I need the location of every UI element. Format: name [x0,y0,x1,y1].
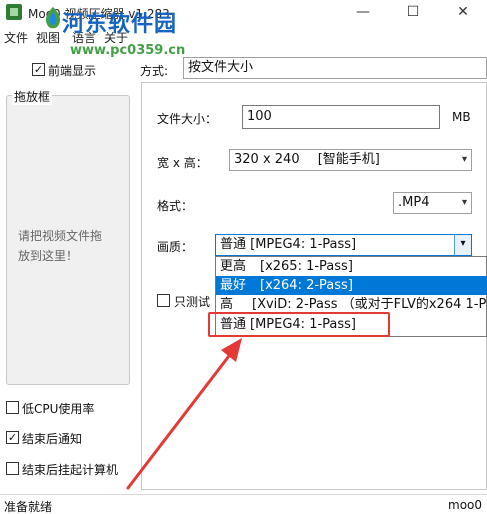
close-button[interactable]: ✕ [440,2,486,24]
notify-checkbox[interactable]: ✓ [6,431,19,444]
mode-label: 方式: [140,64,169,78]
maximize-button[interactable]: ☐ [390,2,436,24]
quality-label: 画质： [157,240,194,254]
dimension-select[interactable]: 320 x 240 [智能手机] ▾ [229,149,472,171]
always-on-top-label: 前端显示 [48,64,97,78]
drop-hint-line2: 放到这里！ [18,249,79,263]
test-only-label: 只测试 [174,295,211,309]
format-select[interactable]: .MP4 ▾ [393,192,472,214]
low-cpu-label: 低CPU使用率 [22,402,95,416]
quality-select-value: 普通 [MPEG4: 1-Pass] [220,237,357,252]
chevron-down-icon: ▾ [461,197,467,208]
quality-option-name: 最好 [220,278,247,293]
dimension-label: 宽 x 高： [157,156,208,170]
test-only-checkbox[interactable] [157,294,170,307]
shutdown-label: 结束后挂起计算机 [22,463,119,477]
quality-option-name: 更高 [220,259,247,274]
quality-option-codec: [x265: 1-Pass] [260,259,353,274]
notify-label: 结束后通知 [22,432,83,446]
shutdown-checkbox[interactable] [6,462,19,475]
minimize-button[interactable]: — [340,2,386,24]
drop-frame-legend: 拖放框 [12,88,53,105]
drop-hint: 请把视频文件拖 放到这里！ [18,226,120,266]
watermark-logo-icon [45,7,61,29]
drop-hint-line1: 请把视频文件拖 [18,229,103,243]
status-bar [0,494,487,514]
quality-option-selected[interactable]: 最好 [x264: 2-Pass] [216,276,487,295]
low-cpu-checkbox[interactable] [6,401,19,414]
quality-option[interactable]: 更高 [x265: 1-Pass] [216,257,487,276]
quality-select[interactable]: 普通 [MPEG4: 1-Pass] ▾ [215,234,472,256]
quality-option-codec: [x264: 2-Pass] [260,278,353,293]
file-size-label: 文件大小： [157,112,218,126]
annotation-arrow-icon [126,338,242,490]
chevron-down-icon: ▾ [461,154,467,165]
menu-file[interactable]: 文件 [4,29,28,46]
mode-select[interactable]: 按文件大小 [183,57,487,79]
file-size-unit: MB [452,110,471,124]
file-size-input[interactable]: 100 [242,105,440,129]
watermark-url: www.pc0359.cn [70,43,186,58]
chevron-down-icon[interactable]: ▾ [454,235,471,255]
quality-option-codec: [XviD: 2-Pass （或对于FLV的x264 1-P [252,297,487,312]
status-text: 准备就绪 [4,500,53,514]
mode-select-value: 按文件大小 [188,60,254,75]
status-brand: moo0 [448,498,483,512]
format-select-value: .MP4 [398,195,430,210]
app-icon [6,4,22,20]
watermark-title: 河东软件园 [62,11,178,37]
dimension-select-value: 320 x 240 [234,152,300,167]
format-label: 格式： [157,199,194,213]
dimension-select-tag: [智能手机] [317,152,380,167]
always-on-top-checkbox[interactable]: ✓ [32,63,45,76]
